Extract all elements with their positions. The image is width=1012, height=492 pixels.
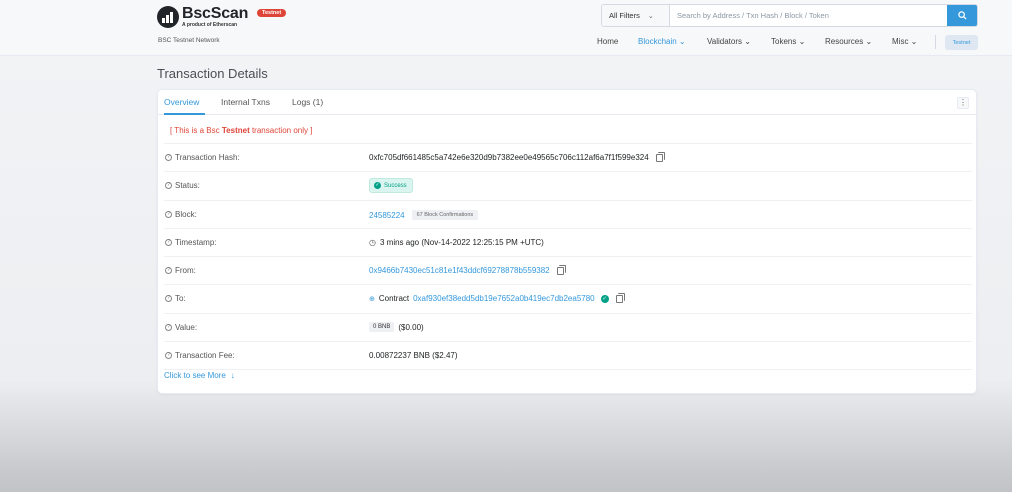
- help-icon[interactable]: ?: [165, 324, 172, 331]
- transaction-details-card: Overview Internal Txns Logs (1) ⋮ [ This…: [157, 89, 977, 394]
- help-icon[interactable]: ?: [165, 154, 172, 161]
- value-amount-badge: 0 BNB: [369, 321, 395, 332]
- help-icon[interactable]: ?: [165, 182, 172, 189]
- search-icon: [957, 11, 967, 20]
- tab-logs[interactable]: Logs (1): [292, 97, 323, 107]
- status-badge: ✓ Success: [369, 178, 413, 193]
- network-switch-button[interactable]: Testnet: [945, 35, 978, 50]
- copy-icon[interactable]: [655, 151, 665, 162]
- chevron-down-icon: ⌄: [647, 12, 654, 20]
- search-filter-select[interactable]: All Filters ⌄: [602, 5, 670, 26]
- clock-icon: ◷: [369, 238, 376, 247]
- testnet-warning: [ This is a Bsc Testnet transaction only…: [170, 126, 313, 135]
- nav-misc[interactable]: Misc ⌄: [892, 37, 917, 46]
- row-timestamp: ? Timestamp: ◷ 3 mins ago (Nov-14-2022 12…: [164, 228, 972, 256]
- nav-home[interactable]: Home: [597, 37, 618, 46]
- search-bar: All Filters ⌄: [601, 4, 978, 27]
- tab-overview[interactable]: Overview: [164, 97, 199, 107]
- logo-name: BscScan: [182, 5, 249, 22]
- nav-divider: [935, 35, 936, 49]
- row-to: ? To: ⊕ Contract 0xaf930ef38edd5db19e7652…: [164, 284, 972, 312]
- contract-icon: ⊕: [369, 295, 375, 303]
- copy-icon[interactable]: [556, 264, 566, 275]
- nav-tokens[interactable]: Tokens ⌄: [771, 37, 805, 46]
- row-from: ? From: 0x9466b7430ec51c81e1f43ddcf692788…: [164, 256, 972, 284]
- tab-internal-txns[interactable]: Internal Txns: [221, 97, 270, 107]
- help-icon[interactable]: ?: [165, 211, 172, 218]
- help-icon[interactable]: ?: [165, 239, 172, 246]
- help-icon[interactable]: ?: [165, 267, 172, 274]
- timestamp-value: 3 mins ago (Nov-14-2022 12:25:15 PM +UTC…: [379, 238, 544, 247]
- search-filter-value: All Filters: [609, 11, 640, 20]
- block-number-link[interactable]: 24585224: [369, 211, 405, 220]
- transaction-hash-value: 0xfc705df661485c5a742e6e320d9b7382ee0e49…: [369, 153, 649, 162]
- bscscan-logo[interactable]: BscScan A product of Etherscan: [157, 4, 248, 30]
- nav-validators[interactable]: Validators ⌄: [707, 37, 751, 46]
- value-usd: ($0.00): [398, 323, 424, 332]
- check-icon: ✓: [374, 182, 381, 189]
- site-header: BscScan A product of Etherscan Testnet B…: [0, 0, 1012, 56]
- help-icon[interactable]: ?: [165, 295, 172, 302]
- from-address-link[interactable]: 0x9466b7430ec51c81e1f43ddcf69278878b5593…: [369, 266, 550, 275]
- search-button[interactable]: [947, 5, 977, 26]
- to-address-link[interactable]: 0xaf930ef38edd5db19e7652a0b419ec7db2ea57…: [413, 294, 595, 303]
- row-value: ? Value: 0 BNB ($0.00): [164, 313, 972, 341]
- testnet-badge: Testnet: [257, 9, 287, 17]
- contract-label: Contract: [378, 294, 410, 303]
- transaction-fee-value: 0.00872237 BNB ($2.47): [369, 351, 458, 360]
- help-icon[interactable]: ?: [165, 352, 172, 359]
- divider: [164, 369, 972, 370]
- arrow-down-icon: ↓: [230, 371, 235, 380]
- more-options-icon[interactable]: ⋮: [957, 97, 969, 109]
- network-label: BSC Testnet Network: [158, 37, 220, 44]
- search-input[interactable]: [670, 5, 947, 26]
- row-transaction-fee: ? Transaction Fee: 0.00872237 BNB ($2.47): [164, 341, 972, 369]
- logo-mark-icon: [157, 6, 179, 28]
- page-title: Transaction Details: [157, 66, 268, 81]
- tab-bar: Overview Internal Txns Logs (1) ⋮: [158, 90, 976, 115]
- click-to-see-more-link[interactable]: Click to see More ↓: [164, 371, 235, 380]
- nav-blockchain[interactable]: Blockchain ⌄: [638, 37, 686, 46]
- block-confirmations-badge: 67 Block Confirmations: [411, 210, 479, 220]
- copy-icon[interactable]: [615, 292, 625, 303]
- active-tab-indicator: [164, 113, 205, 115]
- verified-check-icon: ✓: [600, 294, 609, 303]
- row-status: ? Status: ✓ Success: [164, 171, 972, 199]
- logo-tagline: A product of Etherscan: [182, 22, 238, 28]
- row-transaction-hash: ? Transaction Hash: 0xfc705df661485c5a742…: [164, 143, 972, 171]
- row-block: ? Block: 24585224 67 Block Confirmations: [164, 200, 972, 228]
- nav-resources[interactable]: Resources ⌄: [825, 37, 872, 46]
